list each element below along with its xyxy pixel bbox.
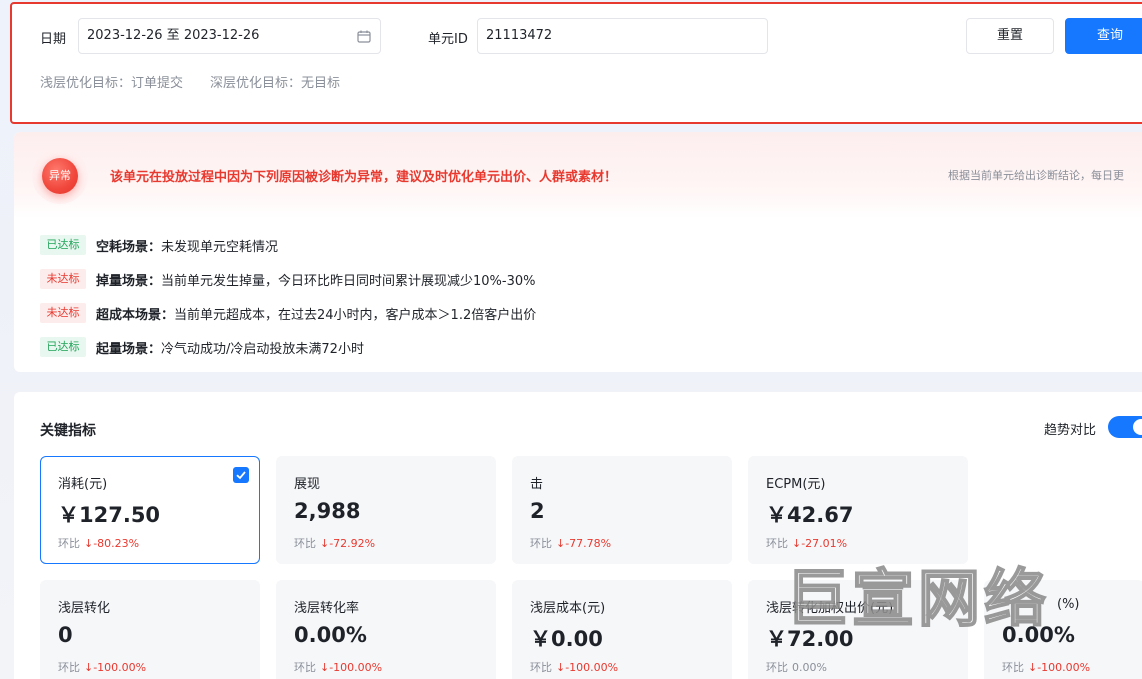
compare-label: 环比 (294, 661, 316, 674)
scene-description: 未发现单元空耗情况 (161, 239, 279, 255)
metric-compare: 环比 ↓-77.78% (530, 535, 611, 551)
metrics-title: 关键指标 (40, 423, 96, 439)
trend-compare-label: 趋势对比 (1044, 423, 1097, 438)
compare-label: 环比 (766, 537, 788, 550)
metric-label: 浅层转化 (58, 601, 111, 616)
metric-card-rate[interactable]: (%) 0.00% 环比 ↓-100.00% (984, 580, 1142, 679)
metric-card-shallow-conversion-rate[interactable]: 浅层转化率 0.00% 环比 ↓-100.00% (276, 580, 496, 679)
deep-goal: 深层优化目标：无目标 (210, 72, 340, 91)
scene-row: 已达标 空耗场景： 未发现单元空耗情况 (40, 234, 278, 256)
deep-goal-value: 无目标 (301, 76, 341, 91)
date-label: 日期 (40, 32, 67, 47)
deep-goal-label: 深层优化目标： (210, 76, 302, 91)
metric-compare: 环比 ↓-100.00% (530, 659, 618, 675)
compare-delta: ↓-27.01% (792, 537, 848, 550)
metric-label: ECPM(元) (766, 477, 826, 492)
scene-description: 当前单元发生掉量，今日环比昨日同时间累计展现减少10%-30% (161, 273, 536, 289)
metric-compare: 环比 ↓-100.00% (294, 659, 382, 675)
shallow-goal: 浅层优化目标：订单提交 (40, 72, 183, 91)
date-range-picker[interactable]: 2023-12-26 至 2023-12-26 (78, 18, 381, 54)
metric-compare: 环比 ↓-100.00% (58, 659, 146, 675)
metric-compare: 环比 0.00% (766, 659, 827, 675)
calendar-icon[interactable] (357, 30, 371, 43)
metric-compare: 环比 ↓-100.00% (1002, 659, 1090, 675)
compare-delta: ↓-100.00% (556, 661, 619, 674)
scene-name: 超成本场景： (96, 307, 175, 323)
diagnosis-panel: 异常 该单元在投放过程中因为下列原因被诊断为异常，建议及时优化单元出价、人群或素… (14, 132, 1142, 372)
status-badge: 已达标 (40, 337, 86, 357)
diagnosis-hint: 根据当前单元给出诊断结论，每日更 (948, 169, 1124, 182)
metric-card-shallow-cost[interactable]: 浅层成本(元) ￥0.00 环比 ↓-100.00% (512, 580, 732, 679)
status-badge: 未达标 (40, 303, 86, 323)
metric-label: 展现 (294, 477, 321, 492)
metric-compare: 环比 ↓-27.01% (766, 535, 847, 551)
compare-label: 环比 (530, 661, 552, 674)
filter-panel: 日期 2023-12-26 至 2023-12-26 单元ID 21113472… (10, 2, 1142, 124)
compare-delta: 0.00% (792, 661, 827, 674)
metric-compare: 环比 ↓-80.23% (58, 535, 139, 551)
metric-value: ￥127.50 (58, 503, 161, 527)
metric-label: 浅层转化率 (294, 601, 360, 616)
compare-label: 环比 (530, 537, 552, 550)
metrics-panel: 关键指标 趋势对比 消耗(元) ￥127.50 环比 ↓-80.23% 展现 2,… (14, 392, 1142, 679)
compare-delta: ↓-72.92% (320, 537, 376, 550)
trend-compare-toggle[interactable] (1108, 416, 1142, 438)
metric-value: ￥0.00 (530, 627, 603, 651)
unit-id-value: 21113472 (486, 28, 553, 43)
scene-description: 当前单元超成本，在过去24小时内，客户成本＞1.2倍客户出价 (174, 307, 537, 323)
compare-delta: ↓-100.00% (84, 661, 147, 674)
metric-value: ￥42.67 (766, 503, 854, 527)
toggle-knob (1133, 419, 1142, 435)
metric-card-spend[interactable]: 消耗(元) ￥127.50 环比 ↓-80.23% (40, 456, 260, 564)
query-button[interactable]: 查询 (1065, 18, 1142, 54)
scene-row: 未达标 掉量场景： 当前单元发生掉量，今日环比昨日同时间累计展现减少10%-30… (40, 268, 536, 290)
compare-delta: ↓-100.00% (1028, 661, 1091, 674)
compare-label: 环比 (1002, 661, 1024, 674)
scene-row: 已达标 起量场景： 冷气动成功/冷启动投放未满72小时 (40, 336, 364, 358)
compare-label: 环比 (58, 661, 80, 674)
metric-label: 击 (530, 477, 544, 492)
metric-value: 2,988 (294, 499, 361, 523)
checkbox-checked-icon[interactable] (233, 467, 249, 483)
diagnosis-message: 该单元在投放过程中因为下列原因被诊断为异常，建议及时优化单元出价、人群或素材！ (110, 170, 618, 185)
metric-value: ￥72.00 (766, 627, 854, 651)
metric-label: 浅层转化加权出价(元) (766, 601, 894, 616)
date-range-value: 2023-12-26 至 2023-12-26 (87, 28, 260, 43)
metric-label: 消耗(元) (58, 477, 108, 492)
compare-label: 环比 (766, 661, 788, 674)
metric-label: (%) (1057, 597, 1080, 612)
compare-delta: ↓-77.78% (556, 537, 612, 550)
scene-description: 冷气动成功/冷启动投放未满72小时 (161, 341, 364, 357)
scene-name: 掉量场景： (96, 273, 162, 289)
metric-value: 0 (58, 623, 73, 647)
scene-row: 未达标 超成本场景： 当前单元超成本，在过去24小时内，客户成本＞1.2倍客户出… (40, 302, 536, 324)
scene-name: 起量场景： (96, 341, 162, 357)
scene-name: 空耗场景： (96, 239, 162, 255)
metric-card-shallow-conversions[interactable]: 浅层转化 0 环比 ↓-100.00% (40, 580, 260, 679)
compare-delta: ↓-100.00% (320, 661, 383, 674)
unit-id-input[interactable]: 21113472 (477, 18, 768, 54)
compare-label: 环比 (58, 537, 80, 550)
metric-card-ecpm[interactable]: ECPM(元) ￥42.67 环比 ↓-27.01% (748, 456, 968, 564)
metric-card-clicks[interactable]: 击 2 环比 ↓-77.78% (512, 456, 732, 564)
compare-label: 环比 (294, 537, 316, 550)
metric-value: 2 (530, 499, 545, 523)
metric-value: 0.00% (294, 623, 367, 647)
metric-label: 浅层成本(元) (530, 601, 606, 616)
status-badge: 已达标 (40, 235, 86, 255)
shallow-goal-value: 订单提交 (131, 76, 184, 91)
reset-button[interactable]: 重置 (966, 18, 1054, 54)
status-badge: 未达标 (40, 269, 86, 289)
compare-delta: ↓-80.23% (84, 537, 140, 550)
unit-id-label: 单元ID (428, 32, 468, 47)
abnormal-badge: 异常 (42, 158, 78, 194)
metric-value: 0.00% (1002, 623, 1075, 647)
metric-compare: 环比 ↓-72.92% (294, 535, 375, 551)
metric-card-impressions[interactable]: 展现 2,988 环比 ↓-72.92% (276, 456, 496, 564)
shallow-goal-label: 浅层优化目标： (40, 76, 132, 91)
metric-card-weighted-bid[interactable]: 浅层转化加权出价(元) ￥72.00 环比 0.00% (748, 580, 968, 679)
